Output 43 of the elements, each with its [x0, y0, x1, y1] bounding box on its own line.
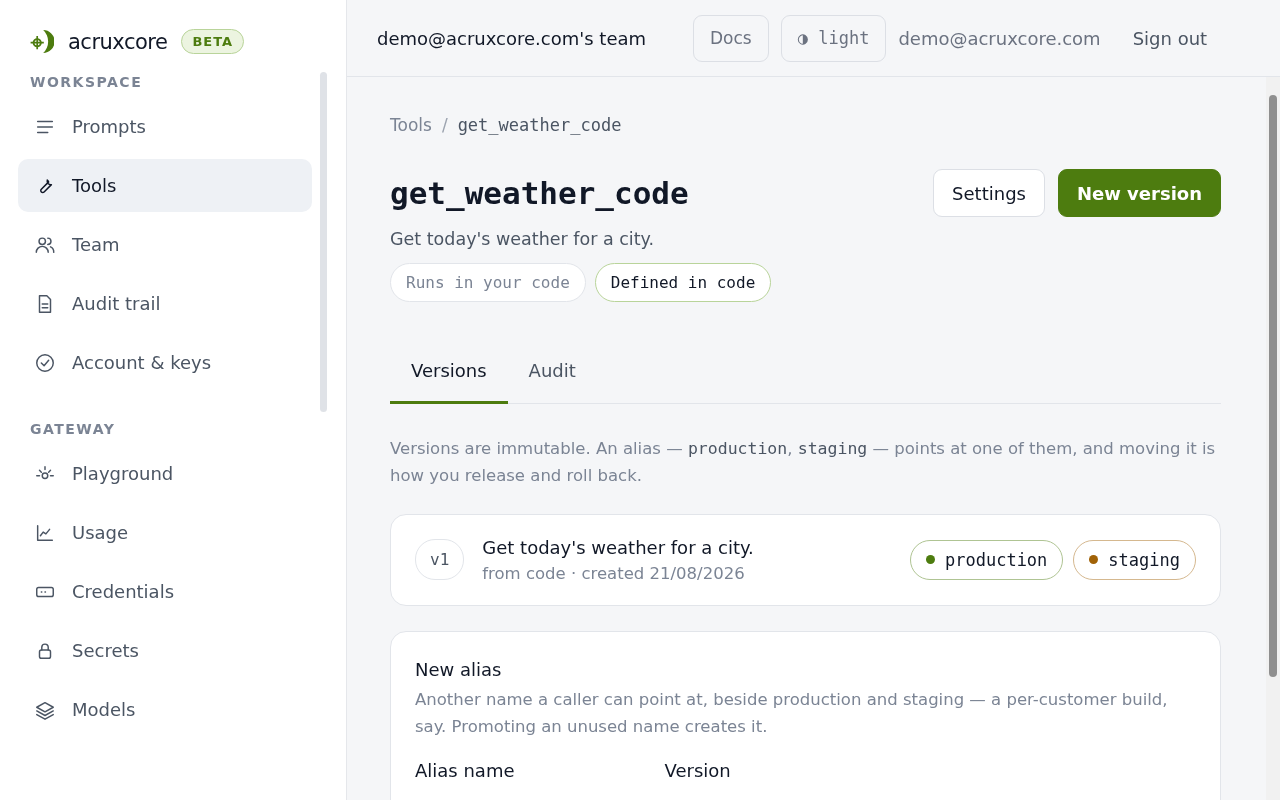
sign-out-link[interactable]: Sign out: [1132, 27, 1208, 49]
settings-button[interactable]: Settings: [933, 169, 1045, 217]
tab[interactable]: Audit: [507, 350, 597, 404]
sidebar-item[interactable]: Playground: [18, 447, 312, 500]
scrollbar[interactable]: [1269, 95, 1277, 677]
breadcrumb-separator: /: [441, 115, 448, 135]
tag: Runs in your code: [390, 263, 586, 302]
sidebar-item[interactable]: Tools: [18, 159, 312, 212]
tab[interactable]: Versions: [390, 350, 508, 404]
docs-button[interactable]: Docs: [693, 14, 769, 62]
field-label: Alias name: [415, 759, 515, 781]
intro-text: Versions are immutable. An alias — production, staging — points at one of them, and moving it is how you release and roll back.: [390, 437, 1217, 487]
tool-title: get_weather_code: [390, 175, 689, 211]
tag: Defined in code: [594, 263, 772, 302]
card-help-text: Another name a caller can point at, beside production and staging — a per-customer build, say. Promoting an unused name creates it.: [415, 688, 1169, 738]
field-label: Version: [664, 759, 731, 781]
scrollbar[interactable]: [320, 72, 327, 412]
sidebar-item[interactable]: Models: [18, 683, 312, 736]
section-heading: GATEWAY: [29, 420, 117, 439]
card-title: New alias: [415, 658, 503, 680]
brand-name: acruxcore: [68, 29, 168, 54]
sidebar-item[interactable]: Account & keys: [18, 336, 312, 389]
sidebar-item[interactable]: Usage: [18, 506, 312, 559]
version-meta: from code · created 21/08/2026: [482, 563, 746, 583]
sidebar-item[interactable]: Team: [18, 218, 312, 271]
version-description: Get today's weather for a city.: [482, 536, 755, 558]
check-circle-icon: [34, 351, 56, 374]
team-name: demo@acruxcore.com's team: [377, 27, 646, 49]
sidebar-item[interactable]: Audit trail: [18, 277, 312, 330]
alias-name: staging: [1108, 549, 1180, 570]
alias-name: production: [945, 549, 1048, 570]
version-tag: v1: [415, 539, 465, 580]
tool-description: Get today's weather for a city.: [390, 229, 655, 249]
user-email: demo@acruxcore.com: [898, 27, 1101, 49]
logo-icon: [30, 30, 54, 53]
new-version-button[interactable]: New version: [1057, 169, 1221, 217]
breadcrumb-current: get_weather_code: [457, 115, 622, 135]
sidebar-item[interactable]: Secrets: [18, 624, 312, 677]
sidebar-item[interactable]: Prompts: [18, 100, 312, 153]
theme-toggle[interactable]: ◑ light: [780, 14, 887, 62]
beta-badge: BETA: [181, 29, 245, 54]
section-heading: WORKSPACE: [29, 73, 144, 92]
sidebar-item[interactable]: Credentials: [18, 565, 312, 618]
